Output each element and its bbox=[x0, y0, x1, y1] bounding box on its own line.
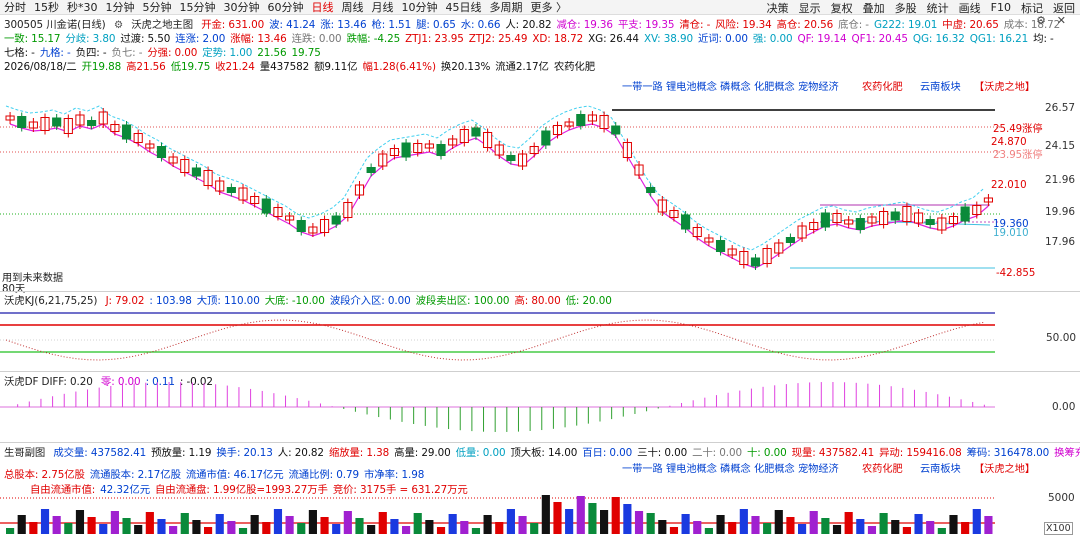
volume-bar bbox=[122, 518, 131, 534]
volume-bar bbox=[87, 517, 96, 534]
price-tick-2: 21.96 bbox=[1045, 174, 1076, 186]
volume-bar bbox=[367, 525, 376, 534]
volume-bar bbox=[297, 523, 306, 534]
volume-bar bbox=[343, 511, 352, 534]
volitems-item-15: 换筹充分: 214 bbox=[1054, 447, 1080, 459]
volume-bar bbox=[273, 509, 283, 534]
volume-bar bbox=[681, 514, 690, 534]
volume-bar bbox=[565, 509, 574, 534]
volume-bar bbox=[879, 513, 888, 534]
volume-bar bbox=[809, 511, 818, 534]
kj-axis: 50.00 bbox=[1046, 332, 1077, 344]
volume-bar bbox=[611, 497, 620, 534]
volume-bar bbox=[891, 520, 900, 534]
volume-bar bbox=[250, 515, 259, 534]
volume-bar bbox=[204, 527, 213, 534]
vol-chart bbox=[0, 495, 995, 534]
volume-bar bbox=[17, 515, 26, 534]
price-tick-1: 24.15 bbox=[1045, 140, 1076, 152]
volume-bar bbox=[134, 525, 143, 534]
volume-bar bbox=[518, 516, 527, 534]
scale-box[interactable]: X100 bbox=[1044, 522, 1073, 535]
volume-bar bbox=[832, 525, 842, 534]
volume-bar bbox=[669, 527, 679, 534]
price-tick-3: 19.96 bbox=[1045, 206, 1076, 218]
volume-bar bbox=[413, 513, 422, 534]
volume-bar bbox=[355, 518, 364, 534]
volume-bar bbox=[972, 509, 981, 534]
volume-bar bbox=[390, 519, 399, 534]
volume-bar bbox=[902, 527, 911, 534]
volume-bar bbox=[786, 517, 795, 534]
volume-bar bbox=[192, 520, 201, 534]
volume-bar bbox=[658, 520, 667, 534]
volume-bar bbox=[798, 524, 807, 534]
volume-bar bbox=[763, 523, 772, 534]
volume-bar bbox=[646, 513, 655, 534]
volume-bar bbox=[215, 514, 224, 534]
volume-bar bbox=[914, 514, 923, 534]
volume-bar bbox=[623, 504, 632, 534]
volume-bar bbox=[856, 519, 865, 534]
volume-bar bbox=[937, 528, 946, 534]
volume-bar bbox=[600, 510, 609, 534]
volume-bar bbox=[110, 511, 119, 534]
volume-bar bbox=[588, 503, 597, 534]
volume-bar bbox=[821, 518, 830, 534]
volume-bar bbox=[64, 523, 73, 534]
volume-bar bbox=[332, 524, 341, 534]
volume-bar bbox=[541, 495, 550, 534]
volume-bar bbox=[29, 522, 38, 534]
volume-bar bbox=[262, 522, 271, 534]
volume-bar bbox=[448, 514, 457, 534]
volume-bar bbox=[169, 526, 178, 534]
volume-bar bbox=[425, 520, 434, 534]
volume-bar bbox=[553, 502, 562, 534]
volume-bar bbox=[576, 496, 585, 534]
volume-bar bbox=[227, 521, 236, 534]
volume-bar bbox=[180, 513, 189, 534]
volume-bar bbox=[52, 516, 61, 534]
volume-bar bbox=[238, 528, 248, 534]
volume-bar bbox=[844, 512, 853, 534]
volume-bar bbox=[984, 516, 993, 534]
volume-bar bbox=[75, 510, 85, 534]
price-tick-0: 26.57 bbox=[1045, 102, 1076, 114]
price-tick-4: 17.96 bbox=[1045, 236, 1076, 248]
volume-bar bbox=[867, 526, 877, 534]
volume-bar bbox=[716, 515, 725, 534]
volume-bar bbox=[471, 528, 481, 534]
volume-bar bbox=[926, 521, 935, 534]
volume-bar bbox=[728, 522, 737, 534]
volume-bar bbox=[378, 512, 387, 534]
volume-bar bbox=[308, 510, 317, 534]
volume-bar bbox=[495, 522, 504, 534]
volume-bar bbox=[693, 521, 702, 534]
volume-bar bbox=[483, 515, 492, 534]
volume-bar bbox=[6, 528, 15, 534]
volume-bar bbox=[774, 510, 783, 534]
volume-bar bbox=[530, 523, 539, 534]
volume-bar bbox=[157, 519, 166, 534]
volume-bar bbox=[320, 517, 329, 534]
volume-bar bbox=[99, 524, 108, 534]
volume-bar bbox=[402, 526, 411, 534]
volume-bar bbox=[460, 521, 469, 534]
volume-bar bbox=[436, 527, 446, 534]
close-icon[interactable]: ✕ bbox=[1057, 14, 1066, 27]
volume-bar bbox=[40, 509, 50, 534]
volume-bar bbox=[739, 509, 748, 534]
df-axis: 0.00 bbox=[1052, 401, 1076, 413]
vol-axis: 5000 bbox=[1048, 492, 1075, 504]
volume-bar bbox=[949, 515, 958, 534]
volume-bar bbox=[145, 512, 154, 534]
volume-bar bbox=[285, 516, 294, 534]
volume-bar bbox=[751, 516, 760, 534]
volume-bar bbox=[704, 528, 713, 534]
volume-bar bbox=[961, 522, 970, 534]
volume-bar bbox=[506, 509, 515, 534]
volume-bar bbox=[634, 511, 644, 534]
